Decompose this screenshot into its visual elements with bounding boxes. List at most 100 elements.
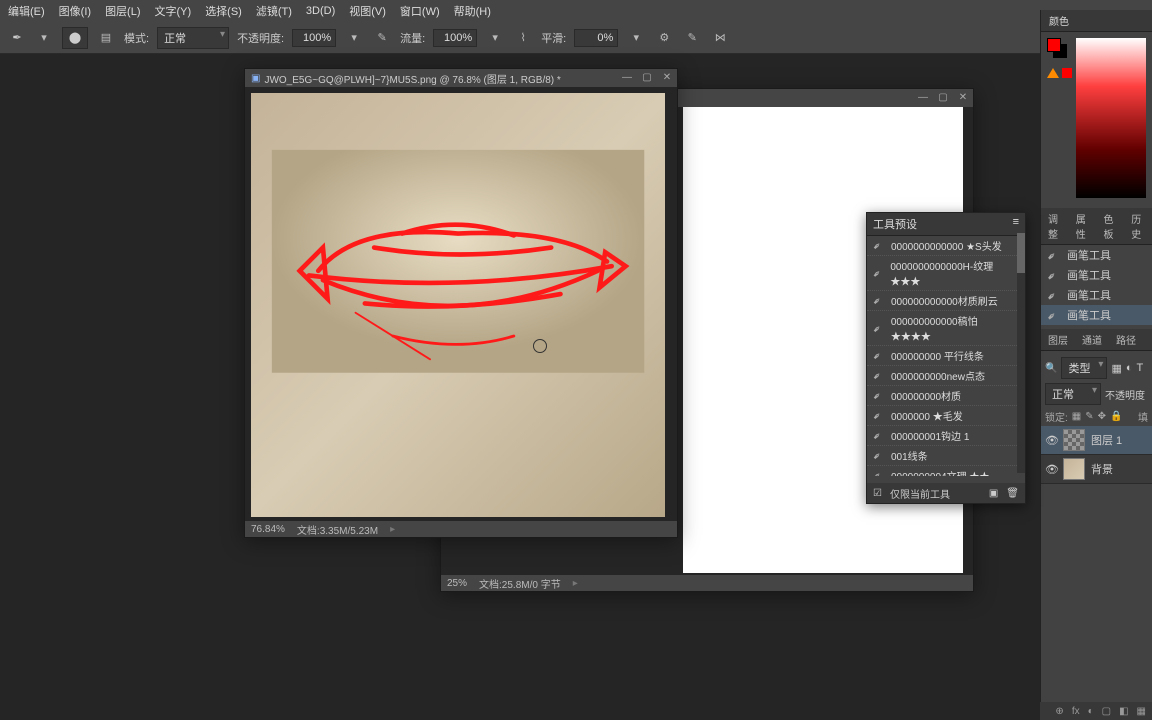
layer-action-icon[interactable]: ◐ — [1088, 706, 1094, 717]
brush-tool-row[interactable]: ✒画笔工具 — [1041, 305, 1152, 325]
brush-tool-row[interactable]: ✒画笔工具 — [1041, 245, 1152, 265]
preset-item[interactable]: ✒0000000000new点态 — [867, 366, 1025, 386]
brush-chevron[interactable]: ▾ — [34, 28, 54, 48]
lock-trans-icon[interactable]: ▦ — [1072, 411, 1081, 422]
maximize-icon[interactable]: ▢ — [637, 69, 657, 85]
presets-scrollbar[interactable] — [1017, 233, 1025, 473]
menu-item[interactable]: 帮助(H) — [454, 3, 491, 19]
gear-icon[interactable]: ⚙ — [654, 28, 674, 48]
symmetry-icon[interactable]: ⋈ — [710, 28, 730, 48]
layer-action-icon[interactable]: ▦ — [1137, 706, 1146, 717]
preset-item[interactable]: ✒0000000000000H-纹理 ★★★ — [867, 256, 1025, 291]
brush-tool-row[interactable]: ✒画笔工具 — [1041, 265, 1152, 285]
preset-item[interactable]: ✒000000000材质 — [867, 386, 1025, 406]
visibility-icon[interactable]: 👁 — [1045, 463, 1057, 476]
foreground-background-swatch[interactable] — [1047, 38, 1067, 58]
menu-icon[interactable]: ≡ — [1013, 216, 1019, 232]
panel-tab[interactable]: 属性 — [1069, 208, 1097, 244]
preset-item[interactable]: ✒0000000 ★毛发 — [867, 406, 1025, 426]
close-icon[interactable]: ✕ — [953, 89, 973, 105]
doc2-status: 25% 文档:25.8M/0 字节 ▸ — [441, 575, 973, 591]
layer-thumb[interactable] — [1063, 429, 1085, 451]
menu-item[interactable]: 编辑(E) — [8, 3, 45, 19]
preset-item[interactable]: ✒000000000000稿怕 ★★★★ — [867, 311, 1025, 346]
lock-all-icon[interactable]: 🔒 — [1110, 411, 1122, 422]
options-bar: ✒ ▾ ⬤ ▤ 模式: 正常 不透明度: 100% ▾ ✎ 流量: 100% ▾… — [0, 22, 1152, 54]
brush-panel-icon[interactable]: ▤ — [96, 28, 116, 48]
menu-item[interactable]: 窗口(W) — [400, 3, 440, 19]
doc1-titlebar[interactable]: ▣ JWO_E5G~GQ@PLWH]~7}MU5S.png @ 76.8% (图… — [245, 69, 677, 87]
layer-action-icon[interactable]: ◧ — [1119, 706, 1128, 717]
lock-pos-icon[interactable]: ✥ — [1098, 411, 1106, 422]
presets-list[interactable]: ✒0000000000000 ★S头发✒0000000000000H-纹理 ★★… — [867, 236, 1025, 476]
opacity-field[interactable]: 100% — [292, 29, 336, 47]
pressure-opacity-icon[interactable]: ✎ — [372, 28, 392, 48]
filter-text-icon[interactable]: T — [1137, 362, 1144, 374]
layer-thumb[interactable] — [1063, 458, 1085, 480]
menu-item[interactable]: 3D(D) — [306, 5, 335, 17]
maximize-icon[interactable]: ▢ — [933, 89, 953, 105]
preset-item[interactable]: ✒0000000004文理 ★★ — [867, 466, 1025, 476]
flow-arrow[interactable]: ▾ — [485, 28, 505, 48]
layer-action-icon[interactable]: ▢ — [1102, 706, 1111, 717]
preset-item[interactable]: ✒000000000 平行线条 — [867, 346, 1025, 366]
panel-tab[interactable]: 通道 — [1075, 329, 1109, 350]
filter-pixel-icon[interactable]: ▦ — [1111, 362, 1121, 375]
menu-item[interactable]: 选择(S) — [205, 3, 242, 19]
flow-field[interactable]: 100% — [433, 29, 477, 47]
pressure-size-icon[interactable]: ✎ — [682, 28, 702, 48]
preset-item[interactable]: ✒000000000000材质刷云 — [867, 291, 1025, 311]
smooth-arrow[interactable]: ▾ — [626, 28, 646, 48]
color-tab[interactable]: 颜色 — [1041, 10, 1152, 32]
delete-preset-icon[interactable]: 🗑 — [1006, 488, 1019, 499]
panel-tab[interactable]: 调整 — [1041, 208, 1069, 244]
menu-item[interactable]: 文字(Y) — [155, 3, 192, 19]
airbrush-icon[interactable]: ⌇ — [513, 28, 533, 48]
menu-item[interactable]: 滤镜(T) — [256, 3, 292, 19]
panel-tab[interactable]: 色板 — [1097, 208, 1125, 244]
menu-item[interactable]: 图像(I) — [59, 3, 91, 19]
tool-presets-panel[interactable]: 工具预设 ≡ ✒0000000000000 ★S头发✒0000000000000… — [866, 212, 1026, 504]
document-window-1[interactable]: ▣ JWO_E5G~GQ@PLWH]~7}MU5S.png @ 76.8% (图… — [244, 68, 678, 538]
minimize-icon[interactable]: — — [617, 69, 637, 85]
preset-item[interactable]: ✒0000000000000 ★S头发 — [867, 236, 1025, 256]
preset-label: 000000000材质 — [891, 388, 961, 403]
layer-action-icon[interactable]: fx — [1072, 706, 1080, 717]
presets-header[interactable]: 工具预设 ≡ — [867, 213, 1025, 236]
layer-kind-select[interactable]: 类型 — [1061, 357, 1107, 379]
brush-preview[interactable]: ⬤ — [62, 27, 88, 49]
opacity-arrow[interactable]: ▾ — [344, 28, 364, 48]
panel-tab[interactable]: 路径 — [1109, 329, 1143, 350]
layer-row[interactable]: 👁 背景 — [1041, 455, 1152, 484]
lock-pixel-icon[interactable]: ✎ — [1085, 411, 1093, 422]
smooth-field[interactable]: 0% — [574, 29, 618, 47]
layer-row[interactable]: 👁图层 1 — [1041, 426, 1152, 455]
scrollbar-thumb[interactable] — [1017, 233, 1025, 273]
doc1-canvas[interactable] — [251, 93, 665, 517]
layer-name: 背景 — [1091, 461, 1113, 477]
tool-icon[interactable]: ✒ — [8, 29, 26, 47]
checkbox-icon[interactable]: ☑ — [873, 488, 882, 499]
filter-adjust-icon[interactable]: ◐ — [1126, 362, 1133, 374]
menu-item[interactable]: 视图(V) — [349, 3, 386, 19]
visibility-icon[interactable]: 👁 — [1045, 434, 1057, 447]
foreground-swatch[interactable] — [1047, 38, 1061, 52]
new-preset-icon[interactable]: ▣ — [989, 488, 998, 499]
close-icon[interactable]: ✕ — [657, 69, 677, 85]
preset-item[interactable]: ✒000000001钩边 1 — [867, 426, 1025, 446]
mode-select[interactable]: 正常 — [157, 27, 229, 49]
menu-item[interactable]: 图层(L) — [105, 3, 140, 19]
preset-label: 0000000 ★毛发 — [891, 408, 963, 423]
brush-tool-row[interactable]: ✒画笔工具 — [1041, 285, 1152, 305]
color-field[interactable] — [1076, 38, 1146, 198]
warning-icon[interactable] — [1047, 68, 1059, 78]
doc2-zoom[interactable]: 25% — [447, 578, 467, 589]
panel-tab[interactable]: 图层 — [1041, 329, 1075, 350]
layer-action-icon[interactable]: ⊕ — [1055, 706, 1063, 717]
minimize-icon[interactable]: — — [913, 89, 933, 105]
preset-item[interactable]: ✒001线条 — [867, 446, 1025, 466]
presets-footer-label: 仅限当前工具 — [890, 486, 950, 501]
blend-mode-select[interactable]: 正常 — [1045, 383, 1101, 405]
panel-tab[interactable]: 历史 — [1124, 208, 1152, 244]
doc1-zoom[interactable]: 76.84% — [251, 524, 285, 535]
